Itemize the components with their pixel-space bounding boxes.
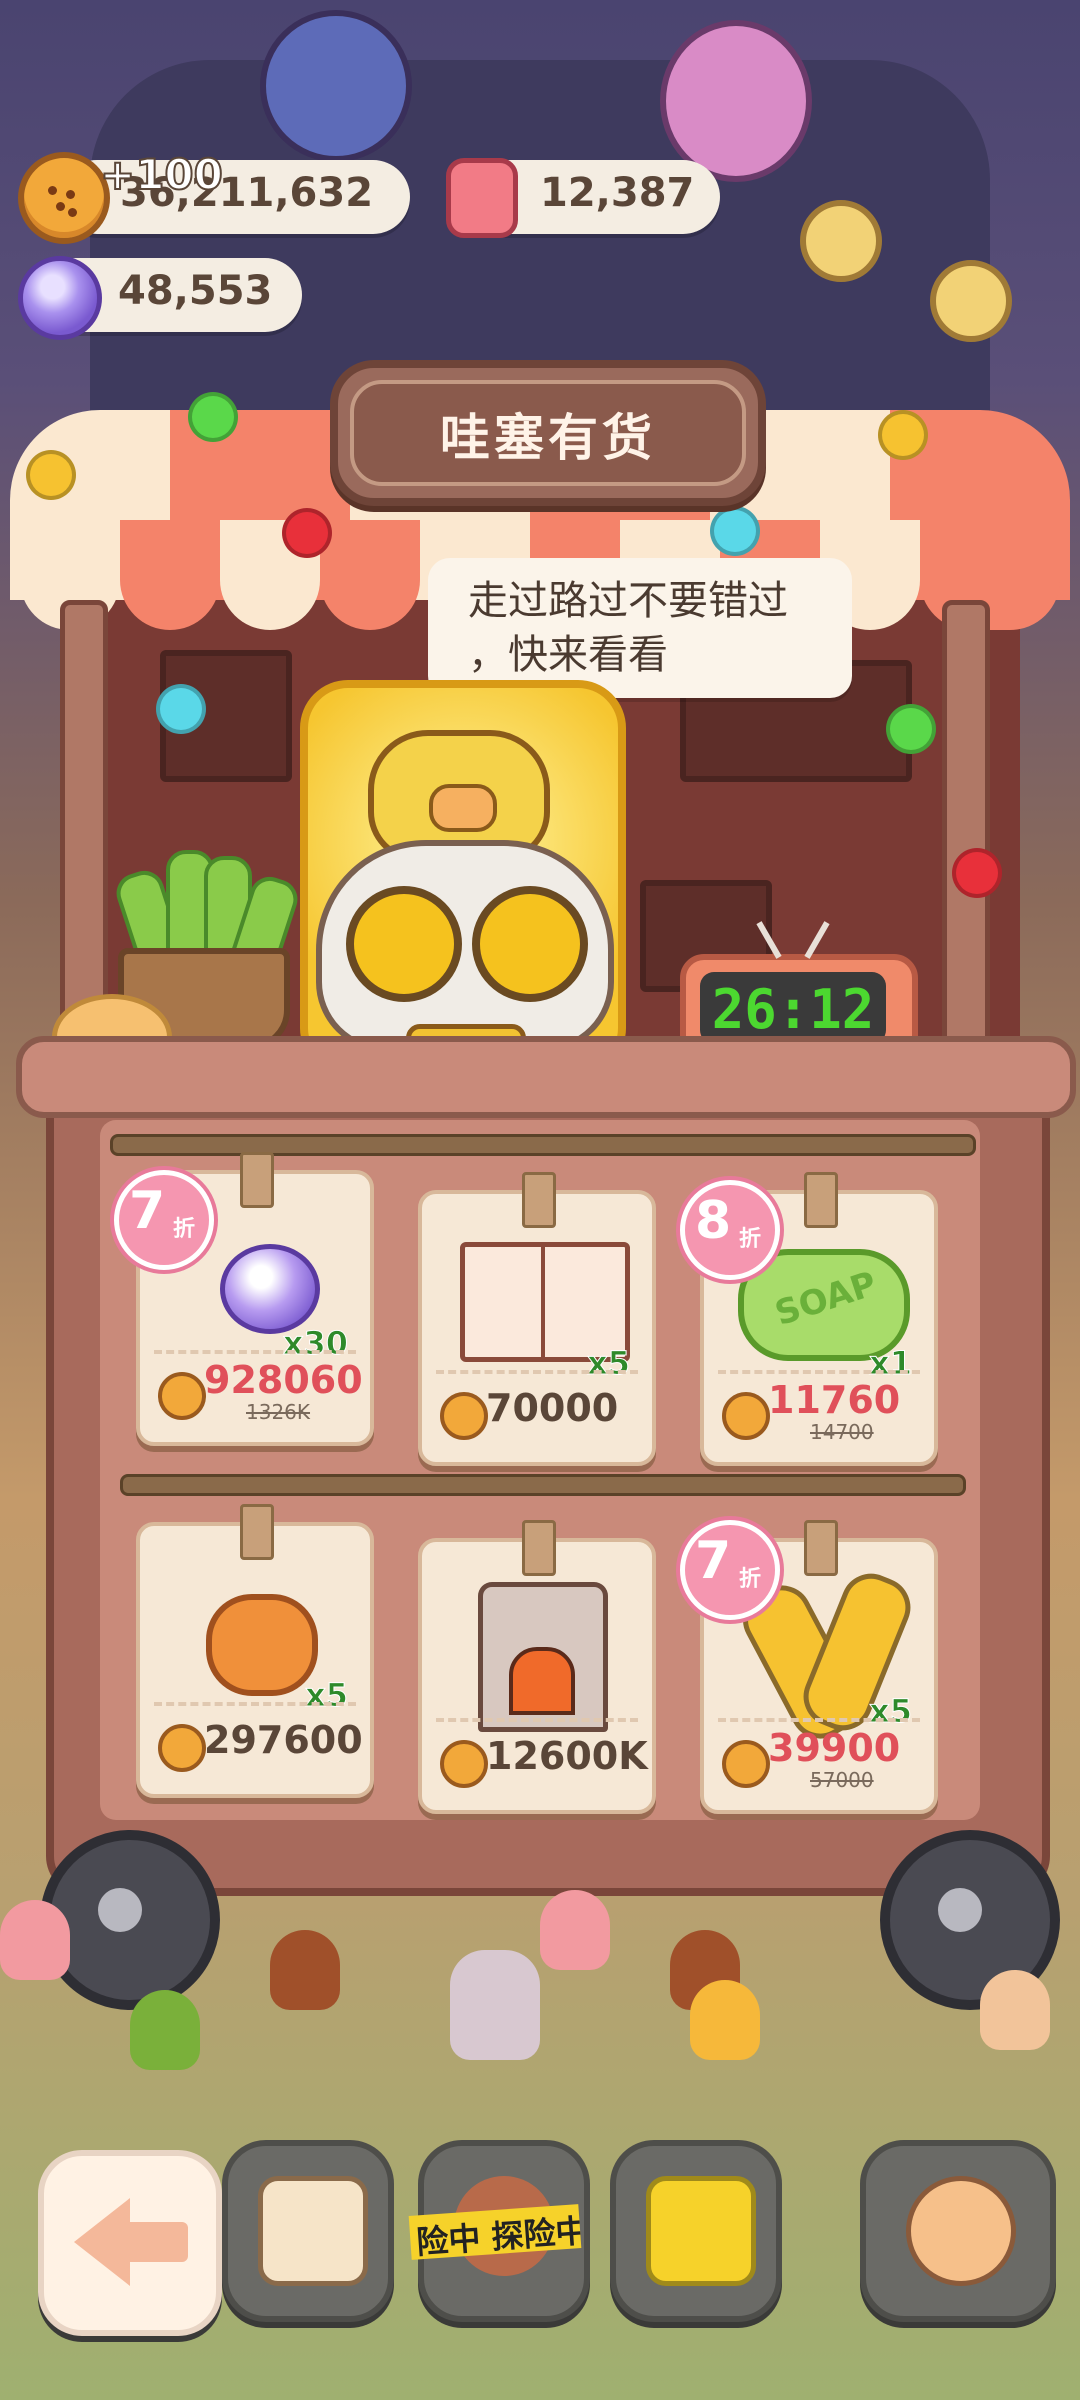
- cookie-icon: [722, 1392, 770, 1440]
- cookie-icon: [440, 1392, 488, 1440]
- item-old-price: 14700: [810, 1420, 874, 1444]
- soap-label: SOAP: [770, 1263, 882, 1335]
- clothespin: [804, 1520, 838, 1576]
- cookie-npc: [0, 1900, 70, 1980]
- hanging-rope: [120, 1474, 966, 1496]
- discount-number: 7: [129, 1181, 166, 1241]
- shop-bag-button[interactable]: [610, 2140, 782, 2322]
- cart-post: [942, 600, 990, 1070]
- back-arrow-icon-bar: [122, 2222, 188, 2262]
- price-row: 928060 1326K: [154, 1350, 363, 1428]
- crystal-count: 48,553: [118, 268, 273, 314]
- shop-item-card[interactable]: 12600K: [418, 1520, 656, 1814]
- cookie-icon: [440, 1740, 488, 1788]
- string-light: [710, 506, 760, 556]
- speech-line-2: ，快来看看: [468, 632, 668, 678]
- counter-top: [16, 1036, 1076, 1118]
- cookie-icon: [722, 1740, 770, 1788]
- timer-text: 26:12: [711, 978, 875, 1041]
- crystal-icon: [18, 256, 102, 340]
- clothespin: [522, 1520, 556, 1576]
- discount-unit: 折: [173, 1217, 196, 1242]
- price-row: 297600: [154, 1702, 363, 1780]
- speech-text: 走过路过不要错过 ，快来看看: [468, 574, 828, 682]
- discount-badge: 7 折: [114, 1170, 214, 1270]
- item-price: 70000: [486, 1386, 619, 1430]
- flower-decoration: [930, 260, 1012, 342]
- string-light: [282, 508, 332, 558]
- discount-number: 8: [695, 1191, 732, 1251]
- item-price: 928060: [204, 1358, 363, 1402]
- item-old-price: 1326K: [246, 1400, 311, 1424]
- fireplace-flame: [509, 1647, 575, 1715]
- cookie-icon: [158, 1724, 206, 1772]
- shop-sign: 哇塞有货: [330, 360, 766, 506]
- price-row: 11760 14700: [718, 1370, 920, 1448]
- string-light: [886, 704, 936, 754]
- item-old-price: 57000: [810, 1768, 874, 1792]
- cookie-npc: [690, 1980, 760, 2060]
- fireplace-icon: [478, 1582, 608, 1732]
- bread-icon: [206, 1594, 318, 1696]
- string-light: [878, 410, 928, 460]
- alarm-clock-button[interactable]: [860, 2140, 1056, 2322]
- candle-count: 12,387: [540, 170, 695, 216]
- price-row: 39900 57000: [718, 1718, 920, 1796]
- notebook-icon: [258, 2176, 368, 2286]
- cookie-icon: [158, 1372, 206, 1420]
- string-light: [26, 450, 76, 500]
- flower-decoration: [800, 200, 882, 282]
- candle-icon: [446, 158, 518, 238]
- shop-title: 哇塞有货: [440, 409, 656, 467]
- vendor-speech-bubble: 走过路过不要错过 ，快来看看: [428, 558, 852, 722]
- background-character: [660, 20, 812, 182]
- item-price: 297600: [204, 1718, 363, 1762]
- alarm-clock-icon: [906, 2176, 1016, 2286]
- background-character: [260, 10, 412, 162]
- plant-leaves: [111, 850, 303, 1009]
- price-row: 70000: [436, 1370, 638, 1448]
- notebook-button[interactable]: [222, 2140, 394, 2322]
- cookie-gain-popup: +100: [99, 149, 224, 200]
- discount-badge: 8 折: [680, 1180, 780, 1280]
- discount-badge: 7 折: [680, 1520, 780, 1620]
- shop-item-card[interactable]: x5 70000: [418, 1172, 656, 1466]
- back-button[interactable]: [38, 2150, 222, 2336]
- string-light: [952, 848, 1002, 898]
- discount-unit: 折: [739, 1227, 762, 1252]
- item-price: 39900: [768, 1726, 901, 1770]
- clothespin: [240, 1152, 274, 1208]
- cat-vendor[interactable]: [316, 840, 614, 1052]
- pig-snout: [429, 784, 497, 832]
- clothespin: [522, 1172, 556, 1228]
- price-row: 12600K: [436, 1718, 648, 1796]
- cat-eye: [472, 886, 588, 1002]
- cookie-npc: [130, 1990, 200, 2070]
- cookie-npc: [540, 1890, 610, 1970]
- clothespin: [240, 1504, 274, 1560]
- cookie-icon: [18, 152, 110, 244]
- string-light: [156, 684, 206, 734]
- shop-bag-icon: [646, 2176, 756, 2286]
- cookie-npc: [450, 1950, 540, 2060]
- cookie-npc: [270, 1930, 340, 2010]
- item-price: 11760: [768, 1378, 901, 1422]
- awning-scallop: [920, 520, 1060, 630]
- timer-screen: 26:12: [700, 972, 886, 1044]
- shop-item-card[interactable]: x5 297600: [136, 1504, 374, 1798]
- cat-eye: [346, 886, 462, 1002]
- discount-unit: 折: [739, 1567, 762, 1592]
- discount-number: 7: [695, 1531, 732, 1591]
- string-light: [188, 392, 238, 442]
- candy-crystal-icon: [220, 1244, 320, 1334]
- item-price: 12600K: [486, 1734, 648, 1778]
- speech-line-1: 走过路过不要错过: [468, 578, 788, 624]
- cookie-npc: [980, 1970, 1050, 2050]
- awning-scallop: [120, 520, 220, 630]
- clothespin: [804, 1172, 838, 1228]
- awning-scallop: [320, 520, 420, 630]
